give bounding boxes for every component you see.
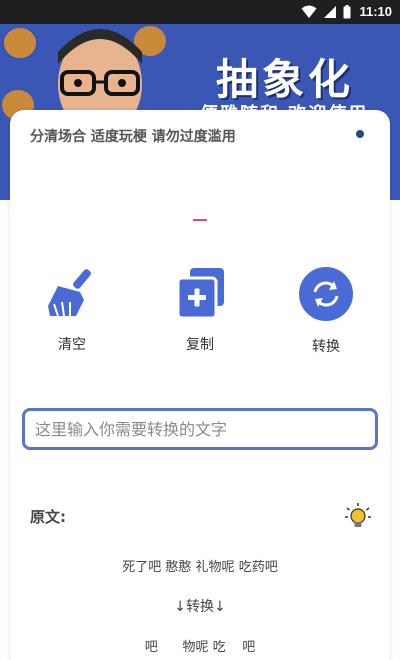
- broom-icon: [48, 269, 91, 317]
- copy-icon: [176, 268, 224, 320]
- result-text: 吧 物呢 吃 吧: [144, 640, 256, 655]
- status-bar: 11:10: [0, 0, 400, 24]
- wifi-icon: [301, 5, 317, 18]
- clear-label: 清空: [58, 337, 86, 353]
- convert-label: 转换: [312, 339, 340, 355]
- main-card: 分清场合 适度玩梗 请勿过度滥用 清空 复制 转换 原文:: [10, 110, 390, 660]
- pink-dash: [193, 219, 207, 221]
- notice-text: 分清场合 适度玩梗 请勿过度滥用: [30, 129, 236, 145]
- copy-button[interactable]: 复制: [150, 266, 250, 354]
- text-input[interactable]: [22, 408, 378, 450]
- original-label: 原文:: [30, 508, 66, 526]
- copy-label: 复制: [186, 337, 214, 353]
- battery-icon: [343, 4, 351, 18]
- original-text: 死了吧 憨憨 礼物呢 吃药吧: [122, 560, 278, 575]
- convert-arrow-label: ↓转换↓: [174, 599, 226, 615]
- convert-button[interactable]: 转换: [276, 266, 376, 356]
- signal-icon: [324, 5, 337, 18]
- clear-button[interactable]: 清空: [22, 266, 122, 354]
- status-time: 11:10: [359, 4, 392, 19]
- status-icons: 11:10: [301, 4, 392, 19]
- lightbulb-icon[interactable]: [344, 502, 372, 530]
- refresh-icon: [299, 267, 353, 321]
- banner-title: 抽象化: [216, 55, 355, 104]
- notice-dot-icon: [356, 130, 364, 138]
